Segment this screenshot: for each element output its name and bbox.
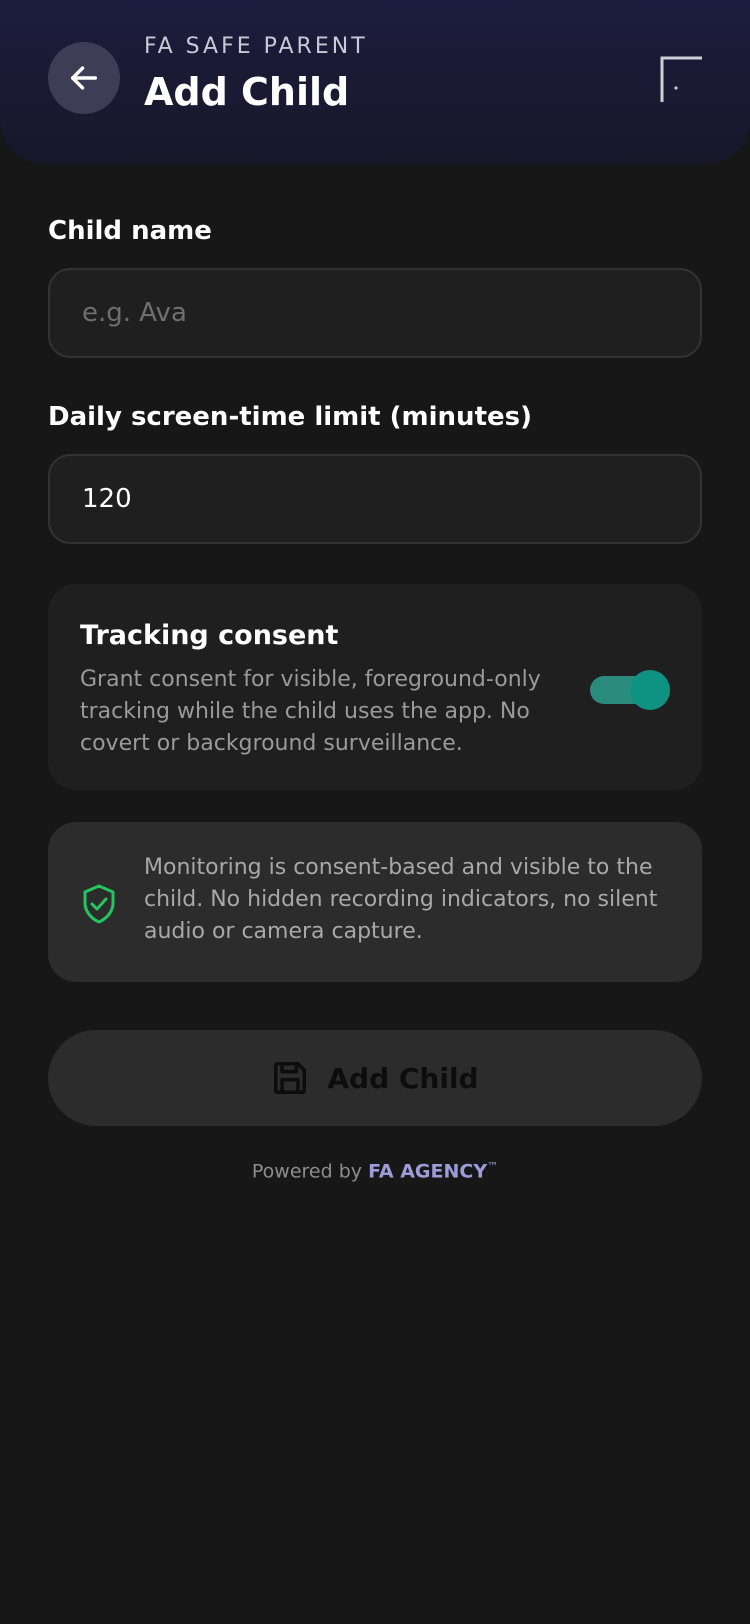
footer: Powered by FA AGENCY™ [0,1160,750,1182]
child-name-input[interactable] [48,268,702,358]
header: FA SAFE PARENT Add Child [0,0,750,164]
tracking-consent-toggle[interactable] [590,670,670,710]
app-name: FA SAFE PARENT [144,34,368,59]
toggle-knob [630,670,670,710]
monitoring-notice-card: Monitoring is consent-based and visible … [48,822,702,982]
child-name-label: Child name [48,216,212,246]
consent-description: Grant consent for visible, foreground-on… [80,667,541,756]
footer-prefix: Powered by [251,1160,363,1183]
save-icon [274,1062,307,1094]
page-title: Add Child [144,70,350,114]
add-child-button[interactable]: Add Child [48,1030,702,1126]
tracking-consent-card: Tracking consent Grant consent for visib… [48,584,702,790]
monitoring-notice-text: Monitoring is consent-based and visible … [144,855,658,944]
add-child-button-label: Add Child [327,1061,479,1095]
corner-bracket-icon[interactable] [660,56,704,104]
footer-trademark: ™ [487,1160,499,1173]
arrow-left-icon [70,66,98,90]
screen-time-input[interactable] [48,454,702,544]
add-child-screen: FA SAFE PARENT Add Child Child name Dail… [0,0,750,1624]
back-button[interactable] [48,42,120,114]
screen-time-label: Daily screen-time limit (minutes) [48,402,532,432]
footer-brand: FA AGENCY [368,1160,488,1183]
shield-check-icon [83,884,115,924]
consent-title: Tracking consent [80,620,339,651]
